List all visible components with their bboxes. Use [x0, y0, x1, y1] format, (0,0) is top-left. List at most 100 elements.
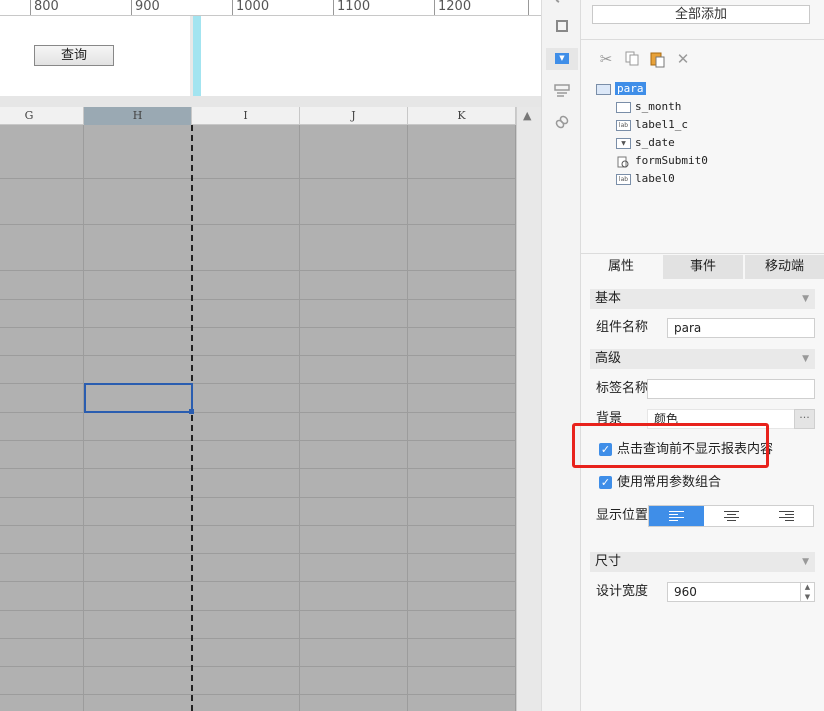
date-widget-icon: ▼ [616, 137, 631, 149]
grid-row-line [0, 610, 524, 611]
grid-row-line [0, 694, 524, 695]
ruler-tick [30, 0, 31, 15]
right-panel: 全部添加 ✂ ✕ para s_month lab label1_c ▼ s_da [581, 0, 824, 711]
query-button[interactable]: 查询 [34, 45, 114, 66]
grid-row-line [0, 581, 524, 582]
widget-category-strip: ▼ [541, 0, 581, 711]
tree-node-label: label0 [635, 172, 675, 185]
tree-node[interactable]: lab label0 [616, 170, 675, 187]
grid-row-line [0, 440, 524, 441]
grid-row-line [0, 299, 524, 300]
grid-row-line [0, 497, 524, 498]
tag-name-input[interactable] [647, 379, 815, 399]
align-center-button[interactable] [704, 506, 759, 526]
link-top-icon[interactable] [554, 0, 570, 10]
tree-node-label: label1_c [635, 118, 688, 131]
column-header-i[interactable]: I [192, 107, 300, 125]
grid-row-line [0, 178, 524, 179]
column-header-bar: G H I J K [0, 107, 541, 125]
grid-column-line [407, 125, 408, 711]
selected-cell[interactable] [84, 383, 193, 413]
frame-icon[interactable] [554, 18, 570, 34]
ruler-label: 1100 [337, 0, 371, 14]
tree-node[interactable]: formSubmit0 [616, 152, 708, 169]
component-name-label: 组件名称 [596, 320, 649, 335]
tree-node[interactable]: s_month [616, 98, 681, 115]
column-header-j[interactable]: J [300, 107, 408, 125]
design-width-input[interactable]: 960 [667, 582, 815, 602]
collapse-icon[interactable]: ▼ [802, 552, 809, 572]
parameter-pane[interactable]: 查询 [0, 16, 541, 96]
collapse-icon[interactable]: ▼ [802, 289, 809, 309]
grid-row-line [0, 468, 524, 469]
section-advanced[interactable]: 高级 ▼ [590, 349, 815, 369]
ruler-tick [434, 0, 435, 15]
property-tabs: 属性 事件 移动端 [581, 255, 824, 279]
color-picker-button[interactable]: ··· [794, 409, 815, 429]
copy-icon[interactable] [623, 50, 641, 68]
center-align-icon [724, 511, 739, 521]
collapse-icon[interactable]: ▼ [802, 349, 809, 369]
checkbox-checked-icon[interactable]: ✓ [599, 476, 612, 489]
ruler-label: 1200 [438, 0, 472, 14]
tree-node-label: formSubmit0 [635, 154, 708, 167]
tree-node-root[interactable]: para [596, 80, 646, 97]
panel-separator [581, 253, 824, 254]
pane-divider[interactable] [0, 96, 541, 107]
tab-mobile[interactable]: 移动端 [745, 255, 824, 279]
paste-icon[interactable] [648, 50, 666, 68]
grid-row-line [0, 224, 524, 225]
label-icon: lab [616, 119, 631, 131]
ruler-label: 800 [34, 0, 59, 14]
design-width-spinner[interactable]: ▲ ▼ [800, 582, 814, 602]
label-icon: lab [616, 173, 631, 185]
left-align-icon [669, 511, 684, 521]
spin-down-icon[interactable]: ▼ [801, 592, 814, 602]
tab-properties[interactable]: 属性 [581, 255, 661, 279]
column-header-g[interactable]: G [0, 107, 84, 125]
align-left-button[interactable] [649, 506, 704, 526]
section-basic[interactable]: 基本 ▼ [590, 289, 815, 309]
form-widget-icon[interactable]: ▼ [546, 48, 578, 70]
spin-up-icon[interactable]: ▲ [801, 582, 814, 592]
grid-row-line [0, 355, 524, 356]
component-name-input[interactable]: para [667, 318, 815, 338]
grid-row-line [0, 383, 524, 384]
ruler-tick [333, 0, 334, 15]
vertical-scrollbar[interactable]: ▲ [516, 107, 541, 711]
tree-node[interactable]: lab label1_c [616, 116, 688, 133]
delete-icon[interactable]: ✕ [674, 50, 692, 68]
grid-row-line [0, 412, 524, 413]
design-width-label: 设计宽度 [596, 584, 649, 599]
column-header-h[interactable]: H [84, 107, 192, 125]
link-icon[interactable] [554, 114, 570, 130]
tab-events[interactable]: 事件 [663, 255, 743, 279]
section-title: 基本 [595, 291, 622, 306]
tree-node-label: para [615, 82, 646, 95]
grid-column-line [299, 125, 300, 711]
section-size[interactable]: 尺寸 ▼ [590, 552, 815, 572]
grid-row-line [0, 638, 524, 639]
ruler-label: 900 [135, 0, 160, 14]
cut-icon[interactable]: ✂ [597, 50, 615, 68]
sheet-grid[interactable] [0, 125, 524, 711]
scroll-up-icon[interactable]: ▲ [523, 109, 531, 122]
pane-width-guide[interactable] [193, 16, 201, 96]
alignment-selector [648, 505, 814, 527]
horizontal-ruler: 800 900 1000 1100 1200 [0, 0, 541, 16]
fill-handle[interactable] [189, 409, 194, 414]
ruler-tick [528, 0, 529, 15]
display-position-label: 显示位置 [596, 508, 649, 523]
column-header-k[interactable]: K [408, 107, 516, 125]
layout-icon[interactable] [554, 82, 570, 98]
ruler-tick [131, 0, 132, 15]
tag-name-label: 标签名称 [596, 381, 649, 396]
checkbox-label: 使用常用参数组合 [617, 475, 722, 490]
grid-row-line [0, 270, 524, 271]
align-right-button[interactable] [759, 506, 814, 526]
tree-node[interactable]: ▼ s_date [616, 134, 675, 151]
add-all-button[interactable]: 全部添加 [592, 5, 810, 24]
grid-column-line [83, 125, 84, 711]
highlight-annotation [572, 423, 769, 468]
month-widget-icon [616, 101, 631, 113]
